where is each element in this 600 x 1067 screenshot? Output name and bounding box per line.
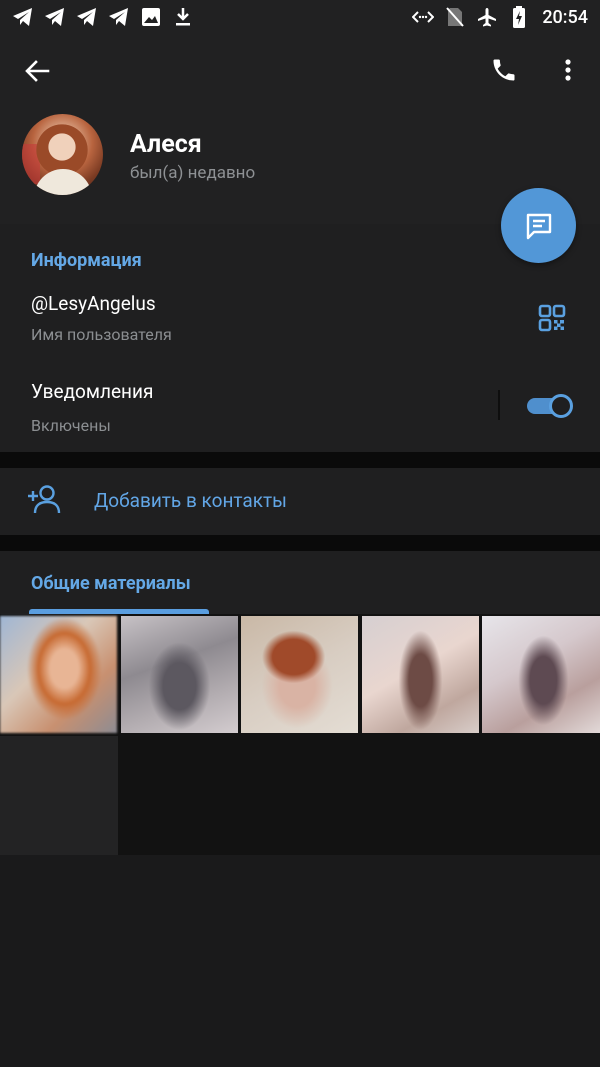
- media-thumbnail[interactable]: [241, 616, 358, 733]
- username-label: Имя пользователя: [31, 325, 172, 344]
- call-button[interactable]: [486, 52, 522, 88]
- more-options-button[interactable]: [552, 52, 584, 88]
- section-gap: [0, 535, 600, 551]
- telegram-icon: [108, 6, 130, 28]
- add-person-icon: [26, 484, 62, 516]
- telegram-icon: [12, 6, 34, 28]
- qr-code-button[interactable]: [538, 304, 566, 332]
- status-bar: 20:54: [0, 0, 600, 34]
- section-gap: [0, 452, 600, 468]
- message-icon: [526, 213, 551, 239]
- notifications-label[interactable]: Уведомления: [31, 380, 153, 403]
- shared-media-tabs: Общие материалы: [0, 551, 600, 614]
- add-contact-row[interactable]: Добавить в контакты: [0, 468, 600, 535]
- phone-icon: [493, 59, 515, 81]
- back-arrow-icon: [25, 60, 50, 82]
- more-vert-icon: [565, 59, 571, 81]
- profile-header: Алеся был(а) недавно: [0, 34, 600, 224]
- status-time: 20:54: [542, 6, 588, 28]
- image-icon: [140, 6, 162, 28]
- data-saver-icon: [412, 6, 435, 28]
- download-icon: [172, 6, 194, 28]
- qr-code-icon: [538, 304, 566, 332]
- notifications-value: Включены: [31, 416, 111, 435]
- status-left: [12, 6, 194, 28]
- row-divider: [498, 390, 500, 420]
- tab-shared-media[interactable]: Общие материалы: [31, 573, 191, 594]
- media-thumbnail[interactable]: [121, 616, 238, 733]
- no-sim-icon: [444, 6, 466, 28]
- send-message-button[interactable]: [501, 188, 576, 263]
- info-section-title: Информация: [31, 250, 142, 271]
- telegram-icon: [44, 6, 66, 28]
- back-button[interactable]: [20, 54, 54, 88]
- profile-name: Алеся: [130, 130, 202, 159]
- status-right: 20:54: [412, 6, 588, 28]
- media-thumbnail[interactable]: [0, 736, 118, 855]
- add-contact-label[interactable]: Добавить в контакты: [94, 489, 287, 512]
- toggle-knob: [549, 394, 573, 418]
- avatar[interactable]: [22, 114, 103, 195]
- notifications-toggle[interactable]: [527, 394, 573, 418]
- airplane-icon: [476, 6, 498, 28]
- media-thumbnail[interactable]: [482, 616, 600, 733]
- telegram-icon: [76, 6, 98, 28]
- media-grid: [0, 614, 600, 855]
- battery-charging-icon: [508, 6, 530, 28]
- media-thumbnail[interactable]: [362, 616, 479, 733]
- profile-status: был(а) недавно: [130, 163, 256, 183]
- info-section: Информация @LesyAngelus Имя пользователя…: [0, 224, 600, 452]
- username-value[interactable]: @LesyAngelus: [31, 292, 156, 315]
- media-thumbnail[interactable]: [0, 616, 117, 733]
